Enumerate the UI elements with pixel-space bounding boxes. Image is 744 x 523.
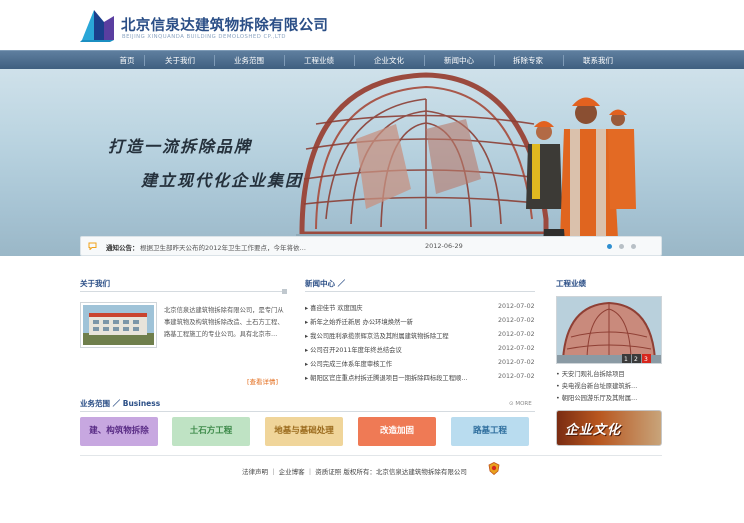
about-divider-marker [282, 289, 287, 294]
project-item[interactable]: • 朝阳公园游乐厅及其附属… [556, 393, 637, 402]
news-item-title[interactable]: ▸ 喜迎佳节 欢度国庆 [305, 303, 363, 312]
news-item-date: 2012-07-02 [498, 317, 535, 324]
corporate-culture-banner[interactable]: 企业文化 [556, 410, 662, 446]
business-reinforcement-button[interactable]: 改造加固 [358, 417, 436, 446]
banner-slogan-2: 建立现代化企业集团 [141, 171, 304, 190]
news-item-date: 2012-07-02 [498, 373, 535, 380]
news-item[interactable]: ▸ 喜迎佳节 欢度国庆 2012-07-02 [305, 303, 535, 316]
nav-separator [354, 55, 355, 66]
business-foundation-button[interactable]: 地基与基础处理 [265, 417, 343, 446]
nav-separator [563, 55, 564, 66]
footer-links[interactable]: 法律声明 ｜ 企业博客 ｜ 资质证照 版权所有：北京信泉达建筑物拆除有限公司 [242, 466, 467, 476]
project-item[interactable]: • 央电视台新台址原建筑拆… [556, 381, 637, 390]
news-item-title[interactable]: ▸ 公司完成三体系年度审核工作 [305, 359, 392, 368]
news-item[interactable]: ▸ 我公司胜利承揽崇辉京浩及其附属建筑物拆除工程 2012-07-02 [305, 331, 535, 344]
news-item-date: 2012-07-02 [498, 303, 535, 310]
news-divider [305, 291, 535, 292]
news-item-title[interactable]: ▸ 朝阳区官庄重点村拆迁腾退项目一期拆除四标段工程顺… [305, 373, 468, 382]
news-item-date: 2012-07-02 [498, 331, 535, 338]
nav-news[interactable]: 新闻中心 [434, 51, 484, 70]
nav-contact[interactable]: 联系我们 [573, 51, 623, 70]
nav-separator [284, 55, 285, 66]
pager-1[interactable]: 1 [624, 356, 628, 363]
news-item[interactable]: ▸ 朝阳区官庄重点村拆迁腾退项目一期拆除四标段工程顺… 2012-07-02 [305, 373, 535, 386]
news-item-title[interactable]: ▸ 我公司胜利承揽崇辉京浩及其附属建筑物拆除工程 [305, 331, 449, 340]
news-section-title: 新闻中心 ／ [305, 279, 346, 288]
project-photo[interactable]: 1 2 3 [556, 296, 662, 364]
nav-separator [144, 55, 145, 66]
nav-experts[interactable]: 拆除专家 [503, 51, 553, 70]
news-item-date: 2012-07-02 [498, 345, 535, 352]
about-photo[interactable] [80, 302, 157, 348]
about-more-link[interactable]: [查看详情] [247, 376, 278, 386]
about-divider [80, 291, 287, 292]
news-item-date: 2012-07-02 [498, 359, 535, 366]
nav-separator [424, 55, 425, 66]
site-header: 北京信泉达建筑物拆除有限公司 BEIJING XINQUANDA BUILDIN… [0, 0, 744, 50]
pager-2[interactable]: 2 [634, 356, 638, 363]
business-demolition-button[interactable]: 建、构筑物拆除 [80, 417, 158, 446]
about-section-title: 关于我们 [80, 279, 110, 288]
nav-culture[interactable]: 企业文化 [364, 51, 414, 70]
main-nav: 首页 关于我们 业务范围 工程业绩 企业文化 新闻中心 拆除专家 联系我们 [0, 50, 744, 69]
project-item[interactable]: • 天安门观礼台拆除项目 [556, 369, 625, 378]
company-name-cn: 北京信泉达建筑物拆除有限公司 [121, 18, 329, 34]
dome-project-image: 1 2 3 [557, 297, 661, 363]
nav-projects[interactable]: 工程业绩 [294, 51, 344, 70]
notice-bar: 通知公告： 根据卫生部昨天公布的2012年卫生工作要点，今年将依… 2012-0… [80, 236, 662, 256]
police-badge-icon[interactable] [488, 462, 500, 475]
nav-business[interactable]: 业务范围 [224, 51, 274, 70]
nav-about[interactable]: 关于我们 [155, 51, 205, 70]
nav-separator [494, 55, 495, 66]
news-item-title[interactable]: ▸ 新年之始乔迁新居 办公环境焕然一新 [305, 317, 413, 326]
news-item[interactable]: ▸ 公司完成三体系年度审核工作 2012-07-02 [305, 359, 535, 372]
notice-label: 通知公告： [106, 244, 139, 252]
business-earthwork-button[interactable]: 土石方工程 [172, 417, 250, 446]
business-divider [80, 411, 535, 412]
office-building-image [83, 305, 154, 345]
business-roadbed-button[interactable]: 路基工程 [451, 417, 529, 446]
notice-text[interactable]: 根据卫生部昨天公布的2012年卫生工作要点，今年将依… [140, 242, 306, 252]
about-description: 北京信泉达建筑物拆除有限公司，是专门从事建筑物及构筑物拆除改造、土石方工程、路基… [164, 307, 284, 338]
slide-dot-2[interactable] [619, 244, 624, 249]
footer-divider [80, 455, 662, 456]
culture-label: 企业文化 [565, 423, 622, 438]
slide-dot-3[interactable] [631, 244, 636, 249]
business-section-title: 业务范围 ／ Business [80, 399, 161, 408]
banner-slogan-1: 打造一流拆除品牌 [108, 137, 253, 156]
slide-dot-1[interactable] [607, 244, 612, 249]
hero-banner: 打造一流拆除品牌 建立现代化企业集团 [0, 69, 744, 256]
company-logo-icon[interactable] [80, 6, 118, 42]
news-item[interactable]: ▸ 新年之始乔迁新居 办公环境焕然一新 2012-07-02 [305, 317, 535, 330]
notice-date: 2012-06-29 [425, 242, 463, 250]
news-item-title[interactable]: ▸ 公司召开2011年度年终总结会议 [305, 345, 402, 354]
pager-3[interactable]: 3 [644, 356, 648, 363]
projects-section-title: 工程业绩 [556, 279, 586, 288]
news-item[interactable]: ▸ 公司召开2011年度年终总结会议 2012-07-02 [305, 345, 535, 358]
company-name-en: BEIJING XINQUANDA BUILDING DEMOLOSHED CP… [122, 34, 286, 40]
nav-separator [214, 55, 215, 66]
business-more-link[interactable]: ⊙ MORE [509, 401, 532, 407]
speech-bubble-icon [88, 242, 97, 250]
workers-illustration [526, 97, 636, 256]
